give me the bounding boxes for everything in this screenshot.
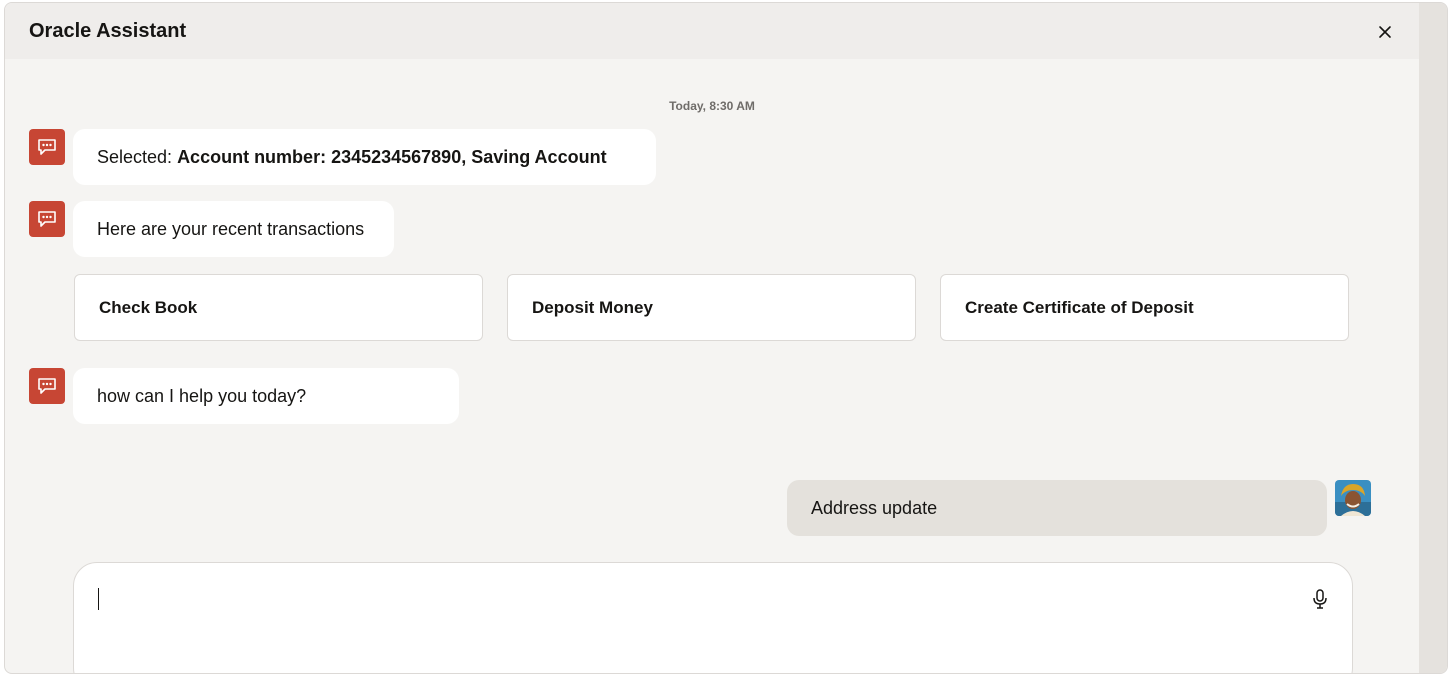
bot-message: Here are your recent transactions: [73, 201, 394, 257]
text-cursor: [98, 588, 99, 610]
panel-title: Oracle Assistant: [29, 20, 187, 42]
chat-bubble-icon: [38, 211, 56, 227]
bot-avatar: [29, 201, 65, 237]
assistant-panel: Oracle Assistant Today, 8:30 AM Selected…: [4, 2, 1448, 674]
action-check-book[interactable]: Check Book: [74, 274, 483, 341]
bot-message: how can I help you today?: [73, 368, 459, 424]
close-icon: [1379, 26, 1391, 38]
message-composer: [73, 562, 1353, 673]
microphone-button[interactable]: [1308, 587, 1332, 611]
conversation-timestamp: Today, 8:30 AM: [669, 99, 755, 113]
chat-bubble-icon: [38, 139, 56, 155]
action-create-certificate-of-deposit[interactable]: Create Certificate of Deposit: [940, 274, 1349, 341]
action-deposit-money[interactable]: Deposit Money: [507, 274, 916, 341]
selected-account: Account number: 2345234567890, Saving Ac…: [177, 147, 607, 167]
microphone-icon: [1313, 589, 1327, 609]
user-message: Address update: [787, 480, 1327, 536]
close-button[interactable]: [1373, 20, 1397, 44]
message-prefix: Selected:: [97, 147, 178, 167]
bot-avatar: [29, 129, 65, 165]
scrollbar[interactable]: [1419, 3, 1447, 673]
panel-header: Oracle Assistant: [5, 3, 1419, 59]
message-input[interactable]: [96, 585, 1300, 617]
user-avatar: [1335, 480, 1371, 516]
bot-avatar: [29, 368, 65, 404]
bot-message: Selected: Account number: 2345234567890,…: [73, 129, 656, 185]
chat-bubble-icon: [38, 378, 56, 394]
